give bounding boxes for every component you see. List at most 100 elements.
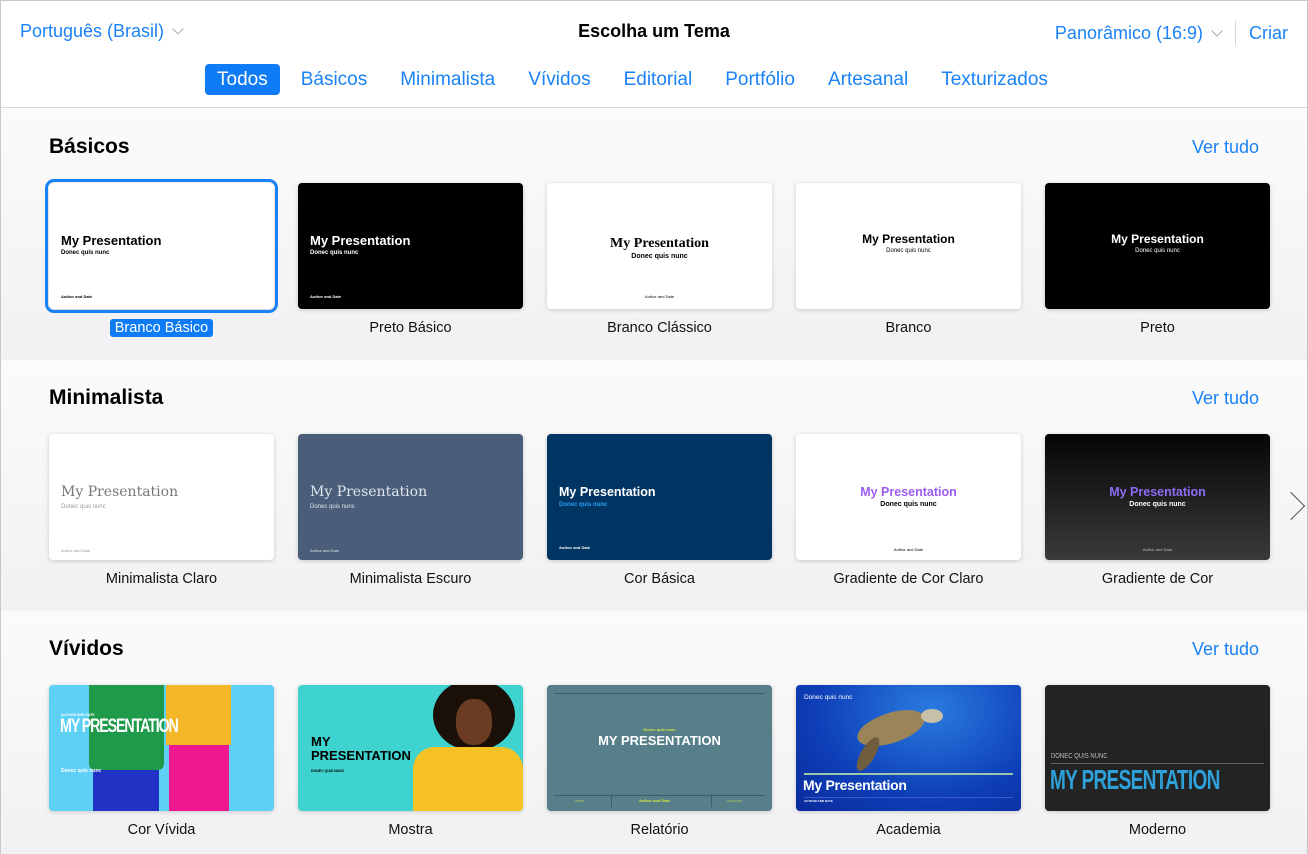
thumb-footer: Author and Date bbox=[61, 548, 91, 553]
divider bbox=[1235, 21, 1236, 45]
title-rule bbox=[804, 773, 1013, 775]
theme-name: Preto Básico bbox=[369, 320, 452, 336]
theme-card-minimalista-claro[interactable]: My Presentation Donec quis nunc Author a… bbox=[49, 434, 274, 588]
tab-editorial[interactable]: Editorial bbox=[612, 64, 705, 95]
slide-size-selector[interactable]: Panorâmico (16:9) bbox=[1054, 22, 1223, 44]
theme-card-cor-basica[interactable]: My Presentation Donec quis nunc Author a… bbox=[547, 434, 772, 588]
theme-card-gradiente-de-cor-claro[interactable]: My Presentation Donec quis nunc Author a… bbox=[796, 434, 1021, 588]
thumb-subtitle: Donec quis nunc bbox=[310, 504, 355, 510]
theme-card-academia[interactable]: Donec quis nunc My Presentation AUTHOR A… bbox=[796, 685, 1021, 839]
theme-name: Academia bbox=[876, 822, 941, 838]
thumb-subtitle: Donec quis nunc bbox=[61, 250, 110, 256]
theme-name: Gradiente de Cor Claro bbox=[833, 571, 984, 587]
tab-minimalista[interactable]: Minimalista bbox=[388, 64, 507, 95]
theme-thumbnail: My Presentation Donec quis nunc Author a… bbox=[1045, 434, 1270, 560]
theme-name: Cor Vívida bbox=[127, 822, 196, 838]
theme-card-branco-classico[interactable]: My Presentation Donec quis nunc Author a… bbox=[547, 183, 772, 337]
theme-card-branco-basico[interactable]: My Presentation Donec quis nunc Author a… bbox=[45, 179, 278, 337]
thumb-footer: Author and Date bbox=[559, 545, 591, 550]
see-all-link[interactable]: Ver tudo bbox=[1192, 388, 1259, 409]
theme-thumbnail: AUTHOR AND DATE MY PRESENTATION Donec qu… bbox=[49, 685, 274, 811]
thumb-title: My Presentation bbox=[860, 485, 957, 499]
thumb-title: MY PRESENTATION bbox=[1050, 764, 1220, 795]
footer-divider bbox=[711, 795, 712, 807]
tab-todos[interactable]: Todos bbox=[205, 64, 280, 95]
thumb-footer: AUTHOR AND DATE bbox=[804, 799, 833, 803]
footer-divider bbox=[611, 795, 612, 807]
theme-thumbnail: My Presentation Donec quis nunc Author a… bbox=[49, 434, 274, 560]
thumb-footer: Author and Date bbox=[644, 294, 675, 299]
thumb-title: My Presentation bbox=[310, 233, 411, 248]
tab-texturizados[interactable]: Texturizados bbox=[929, 64, 1060, 95]
language-selector[interactable]: Português (Brasil) bbox=[20, 21, 184, 42]
thumb-title: My Presentation bbox=[1109, 485, 1206, 499]
thumb-title: MY PRESENTATION bbox=[60, 716, 179, 737]
person-pink-skirt bbox=[169, 745, 229, 811]
thumb-title: MY PRESENTATION bbox=[598, 733, 721, 748]
language-label: Português (Brasil) bbox=[20, 21, 165, 41]
thumb-title: My Presentation bbox=[803, 777, 907, 793]
theme-name: Branco Clássico bbox=[607, 320, 712, 336]
theme-card-mostra[interactable]: MY PRESENTATION DONEC QUIS NUNC Mostra bbox=[298, 685, 523, 839]
tab-artesanal[interactable]: Artesanal bbox=[816, 64, 920, 95]
theme-thumbnail: Donec quis nunc MY PRESENTATION TOPIC Au… bbox=[547, 685, 772, 811]
chevron-down-icon bbox=[172, 23, 184, 35]
theme-name: Minimalista Escuro bbox=[349, 571, 472, 587]
theme-thumbnail: My Presentation Donec quis nunc bbox=[1045, 183, 1270, 309]
thumb-footer: Author and Date bbox=[310, 548, 340, 553]
theme-card-moderno[interactable]: DONEC QUIS NUNC MY PRESENTATION Moderno bbox=[1045, 685, 1270, 839]
thumb-title: My Presentation bbox=[310, 484, 428, 500]
thumb-subtitle: Donec quis nunc bbox=[61, 504, 106, 510]
theme-card-relatorio[interactable]: Donec quis nunc MY PRESENTATION TOPIC Au… bbox=[547, 685, 772, 839]
person-blue-trousers bbox=[93, 770, 159, 811]
theme-name: Gradiente de Cor bbox=[1101, 571, 1214, 587]
theme-thumbnail: My Presentation Donec quis nunc Author a… bbox=[547, 434, 772, 560]
person-yellow-sweater bbox=[413, 747, 523, 811]
theme-thumbnail: My Presentation Donec quis nunc Author a… bbox=[298, 183, 523, 309]
thumb-subtitle: Donec quis nunc bbox=[1129, 501, 1186, 508]
create-button[interactable]: Criar bbox=[1249, 23, 1288, 44]
top-rule bbox=[554, 693, 765, 694]
thumb-footer: Author and Date bbox=[893, 547, 924, 552]
person-face bbox=[456, 699, 492, 745]
section-title: Vívidos bbox=[49, 637, 124, 660]
theme-thumbnail: My Presentation Donec quis nunc Author a… bbox=[298, 434, 523, 560]
thumb-footer-left: TOPIC bbox=[575, 799, 585, 803]
turtle-head bbox=[921, 709, 943, 723]
theme-thumbnail: My Presentation Donec quis nunc Author a… bbox=[45, 179, 278, 313]
thumb-title: My Presentation bbox=[559, 485, 656, 499]
see-all-link[interactable]: Ver tudo bbox=[1192, 137, 1259, 158]
category-tabs: Todos Básicos Minimalista Vívidos Editor… bbox=[205, 64, 1069, 95]
thumb-footer: Author and Date bbox=[639, 798, 671, 803]
section-title: Minimalista bbox=[49, 386, 164, 409]
theme-thumbnail: DONEC QUIS NUNC MY PRESENTATION bbox=[1045, 685, 1270, 811]
theme-card-cor-vivida[interactable]: AUTHOR AND DATE MY PRESENTATION Donec qu… bbox=[49, 685, 274, 839]
thumb-subtitle: Donec quis nunc bbox=[1135, 248, 1180, 254]
toolbar: Português (Brasil) Escolha um Tema Panor… bbox=[1, 1, 1307, 108]
theme-card-preto-basico[interactable]: My Presentation Donec quis nunc Author a… bbox=[298, 183, 523, 337]
thumb-subtitle: DONEC QUIS NUNC bbox=[311, 769, 345, 773]
theme-name: Mostra bbox=[388, 822, 433, 838]
thumb-title: MY PRESENTATION bbox=[311, 734, 411, 763]
thumb-subtitle: Donec quis nunc bbox=[310, 250, 359, 256]
theme-name: Cor Básica bbox=[624, 571, 695, 587]
tab-vividos[interactable]: Vívidos bbox=[516, 64, 602, 95]
thumb-subtitle: Donec quis nunc bbox=[643, 727, 676, 732]
theme-card-minimalista-escuro[interactable]: My Presentation Donec quis nunc Author a… bbox=[298, 434, 523, 588]
thumb-title: My Presentation bbox=[862, 232, 955, 246]
thumb-title: My Presentation bbox=[61, 484, 179, 500]
see-all-link[interactable]: Ver tudo bbox=[1192, 639, 1259, 660]
thumb-subtitle: Donec quis nunc bbox=[559, 502, 608, 508]
tab-basicos[interactable]: Básicos bbox=[289, 64, 380, 95]
theme-thumbnail: MY PRESENTATION DONEC QUIS NUNC bbox=[298, 685, 523, 811]
slide-size-label: Panorâmico (16:9) bbox=[1054, 22, 1203, 43]
theme-card-branco[interactable]: My Presentation Donec quis nunc Branco bbox=[796, 183, 1021, 337]
chevron-right-icon[interactable] bbox=[1285, 492, 1299, 520]
tab-portfolio[interactable]: Portfólio bbox=[713, 64, 807, 95]
thumb-subtitle: Donec quis nunc bbox=[886, 248, 931, 254]
thumb-subtitle: Donec quis nunc bbox=[61, 768, 102, 774]
theme-card-preto[interactable]: My Presentation Donec quis nunc Preto bbox=[1045, 183, 1270, 337]
theme-thumbnail: My Presentation Donec quis nunc Author a… bbox=[796, 434, 1021, 560]
theme-card-gradiente-de-cor[interactable]: My Presentation Donec quis nunc Author a… bbox=[1045, 434, 1270, 588]
footer-rule bbox=[804, 797, 1013, 798]
